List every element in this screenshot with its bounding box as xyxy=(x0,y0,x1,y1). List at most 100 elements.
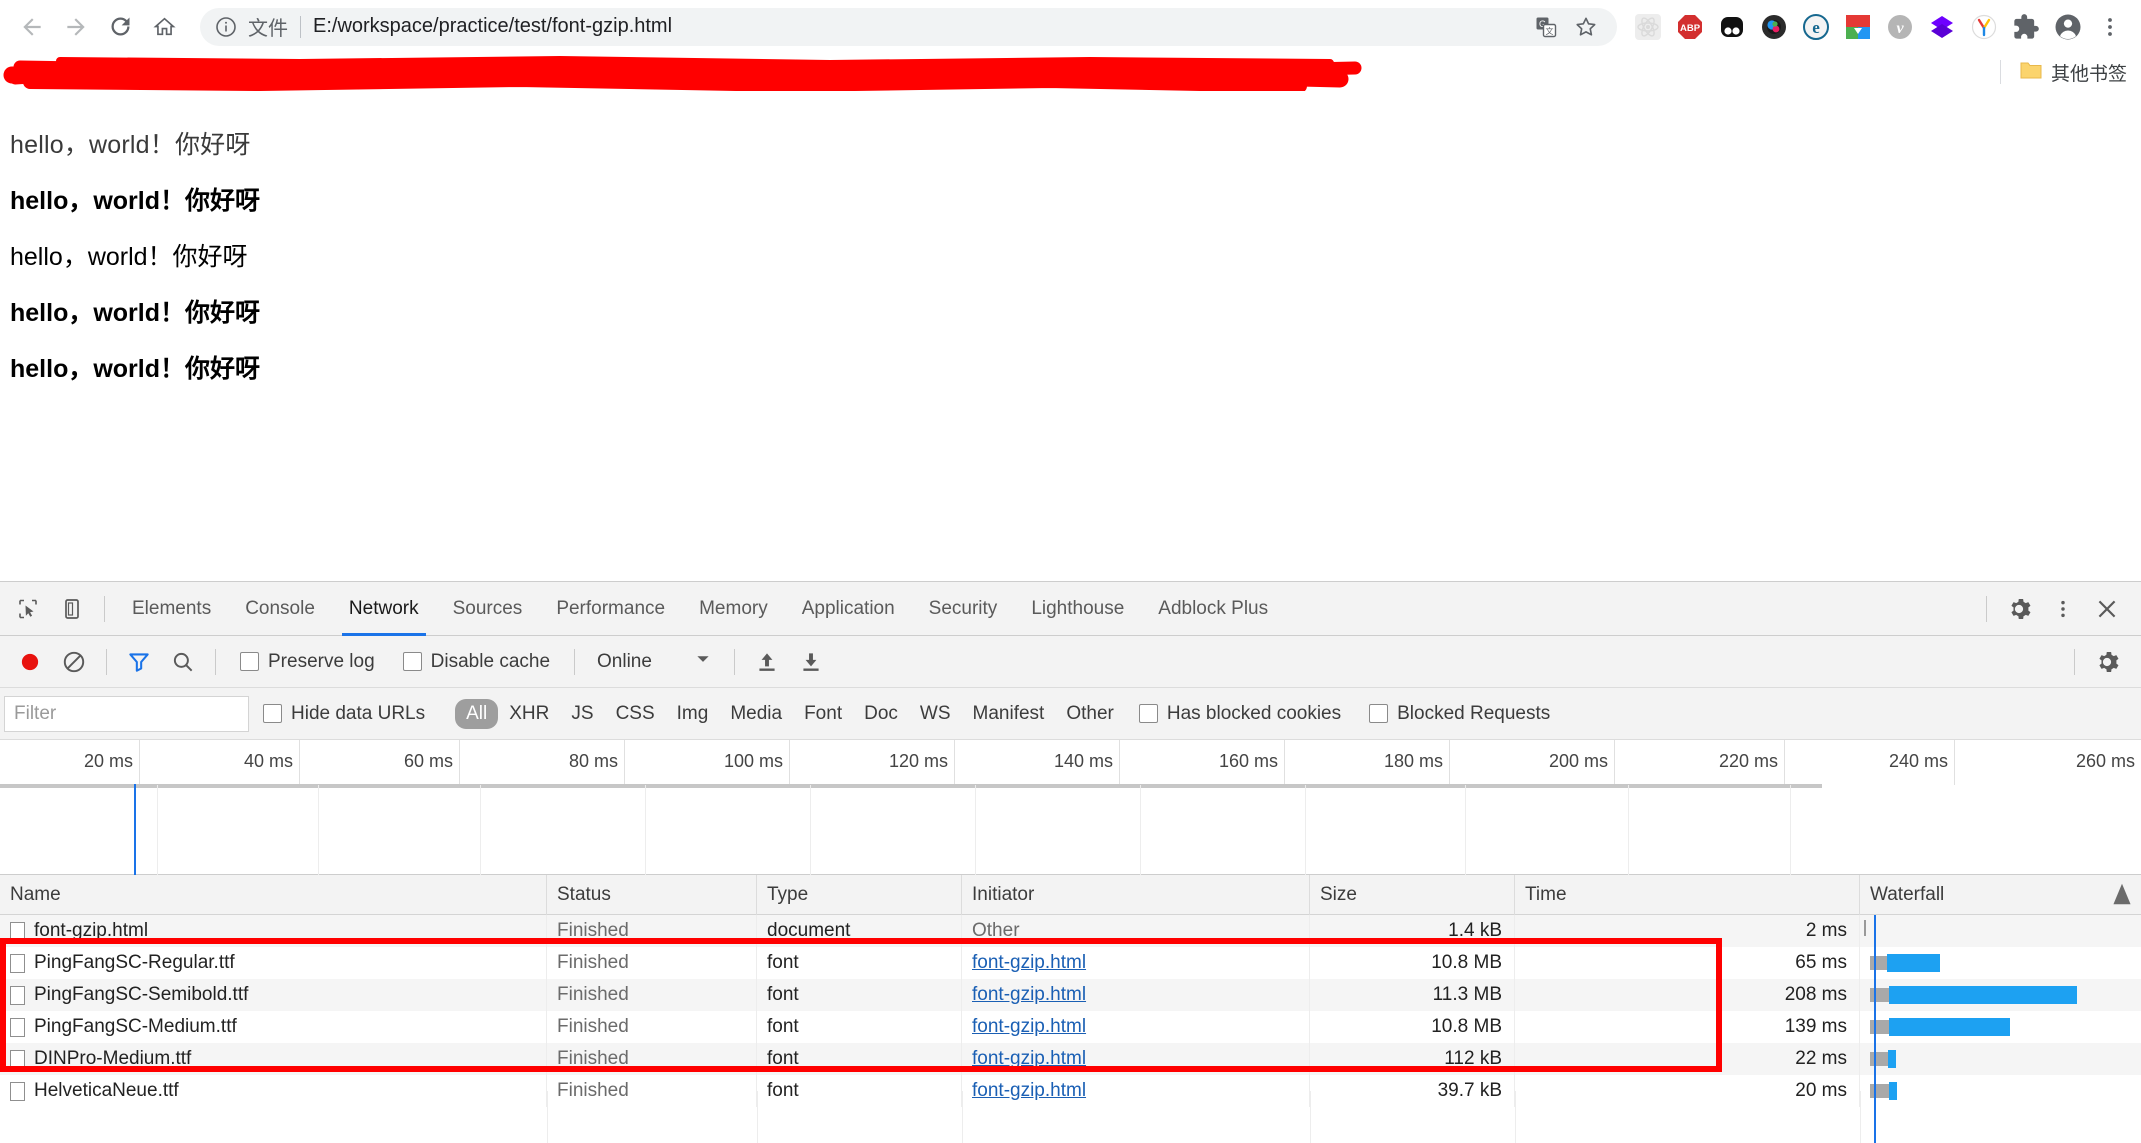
react-devtools-icon[interactable] xyxy=(1627,5,1669,49)
import-har-icon[interactable] xyxy=(748,643,786,681)
column-header-size[interactable]: Size xyxy=(1310,875,1515,915)
cell-waterfall[interactable] xyxy=(1860,915,2141,947)
cell-name[interactable]: PingFangSC-Semibold.ttf xyxy=(0,979,547,1011)
chrome-menu-icon[interactable] xyxy=(2089,5,2131,49)
tab-performance[interactable]: Performance xyxy=(539,582,682,636)
yandex-icon[interactable] xyxy=(1963,5,2005,49)
export-har-icon[interactable] xyxy=(792,643,830,681)
tab-security[interactable]: Security xyxy=(912,582,1015,636)
cell-initiator[interactable]: font-gzip.html xyxy=(962,947,1310,979)
list-item[interactable] xyxy=(300,63,347,81)
reload-button[interactable] xyxy=(98,5,142,49)
list-item[interactable] xyxy=(14,63,61,81)
tab-adblock-plus[interactable]: Adblock Plus xyxy=(1141,582,1285,636)
initiator-link[interactable]: font-gzip.html xyxy=(972,952,1086,974)
tab-lighthouse[interactable]: Lighthouse xyxy=(1014,582,1141,636)
preserve-log-checkbox[interactable]: Preserve log xyxy=(240,651,375,673)
type-filter-js[interactable]: JS xyxy=(560,699,604,729)
tab-network[interactable]: Network xyxy=(332,582,436,636)
column-header-initiator[interactable]: Initiator xyxy=(962,875,1310,915)
type-filter-all[interactable]: All xyxy=(455,698,499,729)
type-filter-img[interactable]: Img xyxy=(666,699,720,729)
type-filter-other[interactable]: Other xyxy=(1055,699,1125,729)
tab-application[interactable]: Application xyxy=(785,582,912,636)
initiator-link[interactable]: font-gzip.html xyxy=(972,1048,1086,1070)
checkbox-box[interactable] xyxy=(1138,704,1158,723)
checkbox-box[interactable] xyxy=(240,652,259,671)
tab-sources[interactable]: Sources xyxy=(436,582,540,636)
adblock-plus-icon[interactable]: ABP xyxy=(1669,5,1711,49)
list-item[interactable] xyxy=(372,63,429,81)
google-translate-icon[interactable]: G 文 xyxy=(1529,10,1563,44)
tab-memory[interactable]: Memory xyxy=(682,582,785,636)
cell-waterfall[interactable] xyxy=(1860,947,2141,979)
hide-data-urls-checkbox[interactable]: Hide data URLs xyxy=(263,703,425,725)
type-filter-manifest[interactable]: Manifest xyxy=(962,699,1056,729)
checkbox-box[interactable] xyxy=(1369,704,1389,723)
vimium-icon[interactable]: v xyxy=(1879,5,1921,49)
table-row[interactable]: PingFangSC-Semibold.ttf Finished font fo… xyxy=(0,979,2141,1011)
close-icon[interactable] xyxy=(2088,590,2126,628)
cell-waterfall[interactable] xyxy=(1860,1011,2141,1043)
tab-console[interactable]: Console xyxy=(228,582,332,636)
disable-cache-checkbox[interactable]: Disable cache xyxy=(402,651,550,673)
back-button[interactable] xyxy=(10,5,54,49)
cell-initiator[interactable]: font-gzip.html xyxy=(962,1043,1310,1075)
list-item[interactable] xyxy=(595,63,642,81)
kebab-menu-icon[interactable] xyxy=(2044,590,2082,628)
column-header-time[interactable]: Time xyxy=(1515,875,1860,915)
cell-initiator[interactable]: font-gzip.html xyxy=(962,979,1310,1011)
other-bookmarks-button[interactable]: 其他书签 xyxy=(1999,53,2127,91)
inspect-element-icon[interactable] xyxy=(9,590,47,628)
blocked-requests-checkbox[interactable]: Blocked Requests xyxy=(1369,703,1550,725)
cell-name[interactable]: PingFangSC-Regular.ttf xyxy=(0,947,547,979)
info-circle-icon[interactable] xyxy=(214,15,238,39)
list-item[interactable] xyxy=(527,63,569,81)
profile-avatar-icon[interactable] xyxy=(2047,5,2089,49)
home-button[interactable] xyxy=(142,5,186,49)
type-filter-doc[interactable]: Doc xyxy=(853,699,909,729)
device-toolbar-icon[interactable] xyxy=(53,590,91,628)
cell-name[interactable]: DINPro-Medium.ttf xyxy=(0,1043,547,1075)
record-button-icon[interactable] xyxy=(11,643,49,681)
camera-lens-icon[interactable] xyxy=(1753,5,1795,49)
list-item[interactable] xyxy=(232,63,274,81)
column-header-waterfall[interactable]: Waterfall xyxy=(1860,875,2141,915)
chevron-down-icon[interactable] xyxy=(694,650,712,673)
filter-input[interactable]: Filter xyxy=(4,695,249,732)
omnibox-url-text[interactable]: E:/workspace/practice/test/font-gzip.htm… xyxy=(313,15,1529,38)
column-header-type[interactable]: Type xyxy=(757,875,962,915)
filter-funnel-icon[interactable] xyxy=(120,643,158,681)
list-item[interactable] xyxy=(86,63,129,81)
type-filter-xhr[interactable]: XHR xyxy=(498,699,560,729)
type-filter-font[interactable]: Font xyxy=(793,699,853,729)
enhancer-e-icon[interactable]: e xyxy=(1795,5,1837,49)
cell-name[interactable]: PingFangSC-Medium.ttf xyxy=(0,1011,547,1043)
column-header-status[interactable]: Status xyxy=(547,875,757,915)
type-filter-ws[interactable]: WS xyxy=(909,699,962,729)
column-header-name[interactable]: Name xyxy=(0,875,547,915)
checkbox-box[interactable] xyxy=(263,704,282,723)
table-row[interactable]: DINPro-Medium.ttf Finished font font-gzi… xyxy=(0,1043,2141,1075)
bookmark-items-redacted[interactable] xyxy=(0,53,710,91)
list-item[interactable] xyxy=(154,63,206,81)
list-item[interactable] xyxy=(668,63,710,81)
star-outline-icon[interactable] xyxy=(1569,10,1603,44)
initiator-link[interactable]: font-gzip.html xyxy=(972,1016,1086,1038)
throttling-dropdown[interactable]: Online xyxy=(597,650,712,673)
dark-reader-icon[interactable] xyxy=(1711,5,1753,49)
omnibox[interactable]: 文件 E:/workspace/practice/test/font-gzip.… xyxy=(200,7,1617,46)
has-blocked-cookies-checkbox[interactable]: Has blocked cookies xyxy=(1138,703,1341,725)
violentmonkey-icon[interactable] xyxy=(1921,5,1963,49)
forward-button[interactable] xyxy=(54,5,98,49)
type-filter-css[interactable]: CSS xyxy=(605,699,666,729)
chrome-download-icon[interactable] xyxy=(1837,5,1879,49)
sort-ascending-icon[interactable] xyxy=(2111,882,2133,912)
type-filter-media[interactable]: Media xyxy=(719,699,793,729)
cell-waterfall[interactable] xyxy=(1860,1043,2141,1075)
gear-icon[interactable] xyxy=(2088,643,2126,681)
table-row[interactable]: font-gzip.html Finished document Other 1… xyxy=(0,915,2141,947)
list-item[interactable] xyxy=(454,63,502,81)
tab-elements[interactable]: Elements xyxy=(115,582,228,636)
cell-initiator[interactable]: font-gzip.html xyxy=(962,1011,1310,1043)
